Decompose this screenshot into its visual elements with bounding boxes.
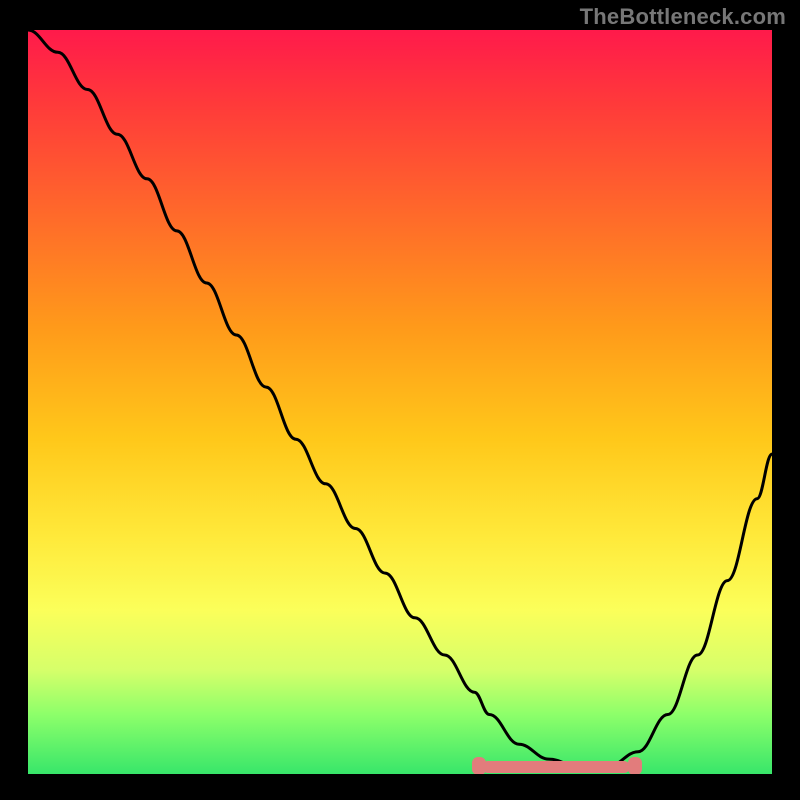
plot-area: [28, 30, 772, 774]
trough-dot-right: [628, 757, 642, 774]
watermark-text: TheBottleneck.com: [580, 4, 786, 30]
trough-dot-left: [472, 757, 486, 774]
chart-container: TheBottleneck.com: [0, 0, 800, 800]
trough-highlight-band: [482, 761, 630, 773]
bottleneck-curve: [28, 30, 772, 774]
